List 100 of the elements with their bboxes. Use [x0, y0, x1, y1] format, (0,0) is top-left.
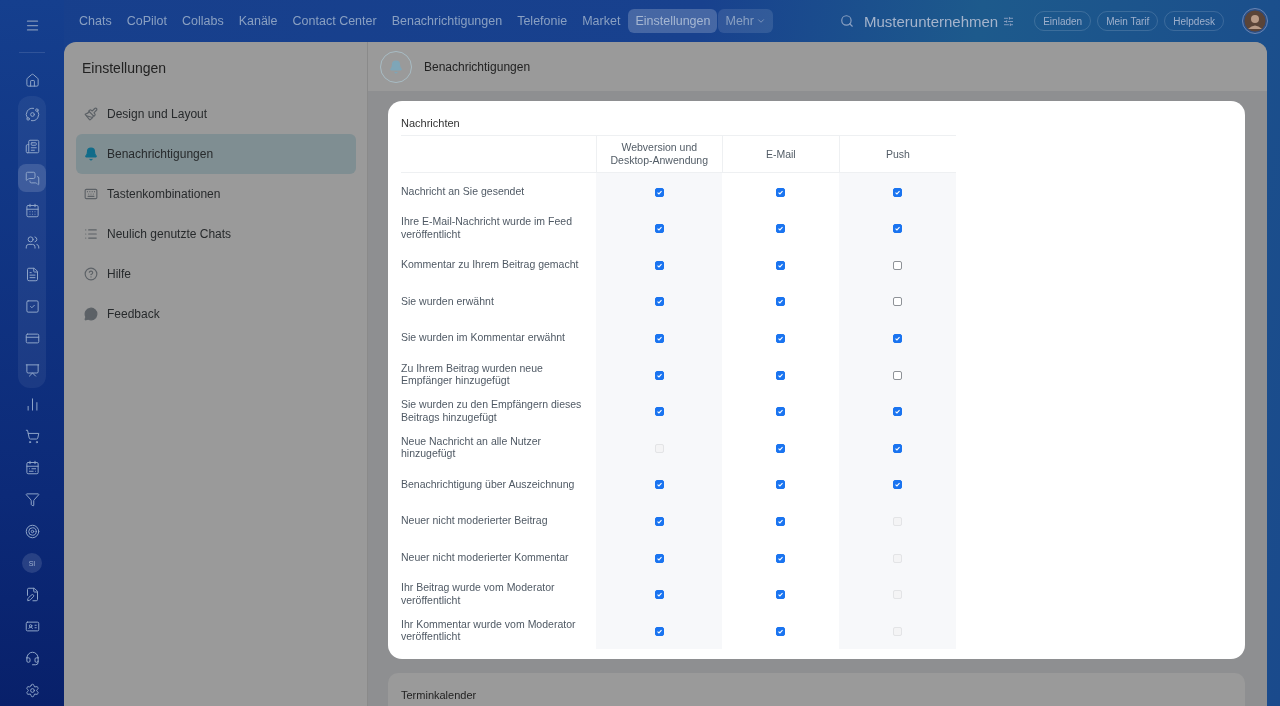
section-title: Terminkalender: [401, 688, 477, 701]
checkbox[interactable]: [654, 516, 664, 526]
nav-tab[interactable]: Contact Center: [285, 9, 384, 33]
row-label: Neuer nicht moderierter Kommentar: [401, 538, 597, 576]
checkbox[interactable]: [776, 370, 786, 380]
cart-icon: [24, 428, 40, 444]
checkbox[interactable]: [893, 370, 903, 380]
row-label: Neuer nicht moderierter Beitrag: [401, 502, 597, 539]
list-icon: [84, 227, 98, 241]
menu-icon: [24, 18, 40, 34]
checkbox[interactable]: [776, 407, 786, 417]
checkbox[interactable]: [893, 297, 903, 307]
row-label: Sie wurden im Kommentar erwähnt: [401, 319, 597, 356]
checkbox[interactable]: [654, 224, 664, 234]
checkbox[interactable]: [654, 407, 664, 417]
checkbox[interactable]: [893, 480, 903, 490]
column-header: E-Mail: [722, 135, 840, 173]
checkbox[interactable]: [893, 333, 903, 343]
keyboard-icon: [84, 187, 98, 201]
checkbox[interactable]: [776, 553, 786, 563]
row-label: Ihre E-Mail-Nachricht wurde im Feed veröffentlicht: [401, 209, 597, 247]
card-icon: [24, 331, 40, 346]
sidebar-item[interactable]: Design und Layout: [76, 94, 356, 134]
checkbox[interactable]: [893, 407, 903, 417]
row-label: Benachrichtigung über Auszeichnung: [401, 465, 597, 503]
checkbox[interactable]: [654, 553, 664, 563]
presentation-icon: [24, 363, 40, 378]
company-name[interactable]: Musterunternehmen: [863, 12, 999, 30]
sidebar-item[interactable]: Hilfe: [76, 254, 356, 294]
bell-icon: [389, 59, 403, 74]
nav-tab[interactable]: Benachrichtigungen: [384, 9, 510, 33]
speech-bubble-icon: [84, 307, 98, 321]
checkbox[interactable]: [893, 224, 903, 234]
row-label: Sie wurden erwähnt: [401, 282, 597, 320]
nav-tab[interactable]: Chats: [72, 9, 119, 33]
checkbox[interactable]: [776, 260, 786, 270]
checkbox[interactable]: [776, 443, 786, 453]
checkbox-icon: [24, 299, 40, 314]
checkbox[interactable]: [654, 260, 664, 270]
newspaper-icon: [24, 139, 40, 154]
file-edit-icon: [24, 587, 40, 603]
checkbox[interactable]: [654, 590, 664, 600]
nav-tab[interactable]: CoPilot: [119, 9, 174, 33]
orbit-icon: [24, 107, 40, 122]
checkbox[interactable]: [776, 590, 786, 600]
row-label: Nachricht an Sie gesendet: [401, 172, 597, 210]
sidebar-item[interactable]: Benachrichtigungen: [76, 134, 356, 174]
bell-icon: [84, 147, 98, 161]
sidebar-title: Einstellungen: [82, 60, 168, 76]
sidebar-item[interactable]: Feedback: [76, 294, 356, 334]
calendar-icon: [24, 203, 40, 218]
checkbox[interactable]: [654, 333, 664, 343]
column-header: Webversion und Desktop-Anwendung: [596, 135, 723, 173]
nav-tab[interactable]: Kanäle: [231, 9, 285, 33]
row-label: Zu Ihrem Beitrag wurden neue Empfänger hinzugefügt: [401, 355, 597, 393]
document-icon: [24, 267, 40, 282]
calendar-list-icon: [24, 460, 40, 476]
nav-tab[interactable]: Market: [575, 9, 628, 33]
row-label: Kommentar zu Ihrem Beitrag gemacht: [401, 246, 597, 283]
checkbox[interactable]: [893, 260, 903, 270]
checkbox[interactable]: [776, 297, 786, 307]
user-avatar[interactable]: [1242, 8, 1268, 34]
nav-tab[interactable]: Telefonie: [510, 9, 575, 33]
checkbox[interactable]: [654, 480, 664, 490]
row-label: Neue Nachricht an alle Nutzer hinzugefügt: [401, 429, 597, 466]
sidebar-item[interactable]: Tastenkombinationen: [76, 174, 356, 214]
headset-icon: [24, 650, 40, 666]
row-label: Ihr Kommentar wurde vom Moderator veröffentlicht: [401, 612, 597, 649]
checkbox[interactable]: [776, 626, 786, 636]
users-icon: [24, 235, 40, 250]
nav-tab[interactable]: Collabs: [174, 9, 231, 33]
checkbox[interactable]: [776, 516, 786, 526]
checkbox[interactable]: [776, 224, 786, 234]
checkbox[interactable]: [654, 626, 664, 636]
checkbox[interactable]: [893, 443, 903, 453]
nav-tab[interactable]: Mehr: [718, 9, 773, 33]
checkbox[interactable]: [654, 187, 664, 197]
checkbox[interactable]: [776, 333, 786, 343]
id-card-icon: [24, 619, 40, 635]
nav-tab[interactable]: Einstellungen: [628, 9, 718, 33]
checkbox[interactable]: [776, 187, 786, 197]
caret-icon: [755, 16, 766, 26]
home-icon: [24, 73, 40, 89]
search-icon[interactable]: [839, 14, 854, 28]
sliders-icon[interactable]: [1003, 15, 1015, 27]
column-header: Push: [839, 135, 956, 173]
page-title: Benachrichtigungen: [424, 59, 531, 74]
target-icon: [24, 523, 40, 539]
checkbox[interactable]: [654, 370, 664, 380]
chats-icon: [24, 171, 40, 186]
funnel-icon: [24, 492, 40, 508]
bar-chart-icon: [24, 396, 40, 412]
checkbox[interactable]: [776, 480, 786, 490]
checkbox[interactable]: [893, 187, 903, 197]
brush-icon: [84, 107, 98, 121]
settings-icon: [24, 682, 40, 698]
sidebar-item[interactable]: Neulich genutzte Chats: [76, 214, 356, 254]
question-icon: [84, 267, 98, 281]
row-label: Sie wurden zu den Empfängern dieses Beitrags hinzugefügt: [401, 392, 597, 430]
checkbox[interactable]: [654, 297, 664, 307]
